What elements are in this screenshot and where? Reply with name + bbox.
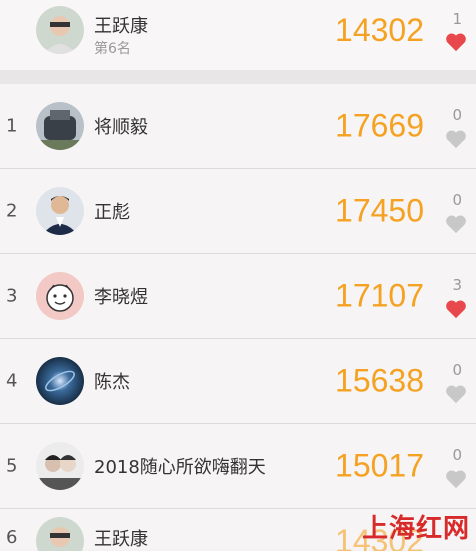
divider	[0, 70, 476, 84]
avatar[interactable]	[36, 357, 84, 405]
like-count: 0	[452, 191, 462, 209]
leaderboard-list: 1 将顺毅 17669 0 2 正彪 17450 0 3 李晓煜 17107 3	[0, 84, 476, 551]
heart-icon[interactable]	[445, 129, 467, 149]
heart-icon[interactable]	[445, 469, 467, 489]
like-count: 3	[452, 276, 462, 294]
user-name: 李晓煜	[94, 287, 148, 308]
list-item[interactable]: 1 将顺毅 17669 0	[0, 84, 476, 169]
my-rank-card: 王跃康 第6名 14302 1	[0, 0, 476, 70]
user-score: 17669	[335, 107, 424, 144]
rank-number: 4	[6, 370, 18, 392]
list-item[interactable]: 5 2018随心所欲嗨翻天 15017 0	[0, 424, 476, 509]
avatar[interactable]	[36, 442, 84, 490]
user-score: 14302	[335, 12, 424, 48]
user-name: 王跃康	[94, 529, 148, 550]
avatar[interactable]	[36, 187, 84, 235]
heart-icon[interactable]	[445, 214, 467, 234]
list-item[interactable]: 2 正彪 17450 0	[0, 169, 476, 254]
like-count: 0	[452, 361, 462, 379]
heart-icon[interactable]	[445, 299, 467, 319]
heart-icon[interactable]	[445, 32, 467, 52]
user-score: 15017	[335, 447, 424, 484]
user-name: 正彪	[94, 202, 130, 223]
rank-number: 5	[6, 455, 18, 477]
user-name: 陈杰	[94, 372, 130, 393]
like-count: 1	[452, 10, 462, 28]
user-score: 17107	[335, 277, 424, 314]
avatar[interactable]	[36, 517, 84, 551]
rank-number: 6	[6, 527, 18, 548]
user-name: 将顺毅	[94, 117, 148, 138]
user-score: 17450	[335, 192, 424, 229]
like-count: 0	[452, 446, 462, 464]
rank-number: 2	[6, 200, 18, 222]
user-rank-label: 第6名	[94, 41, 131, 57]
rank-number: 1	[6, 115, 18, 137]
avatar[interactable]	[36, 272, 84, 320]
user-name: 2018随心所欲嗨翻天	[94, 457, 266, 478]
avatar[interactable]	[36, 102, 84, 150]
like-count: 0	[452, 106, 462, 124]
user-score: 15638	[335, 362, 424, 399]
rank-number: 3	[6, 285, 18, 307]
watermark-logo: 上海红网	[361, 514, 470, 544]
list-item[interactable]: 3 李晓煜 17107 3	[0, 254, 476, 339]
heart-icon[interactable]	[445, 384, 467, 404]
user-name: 王跃康	[94, 16, 148, 37]
list-item[interactable]: 4 陈杰 15638 0	[0, 339, 476, 424]
avatar[interactable]	[36, 6, 84, 54]
